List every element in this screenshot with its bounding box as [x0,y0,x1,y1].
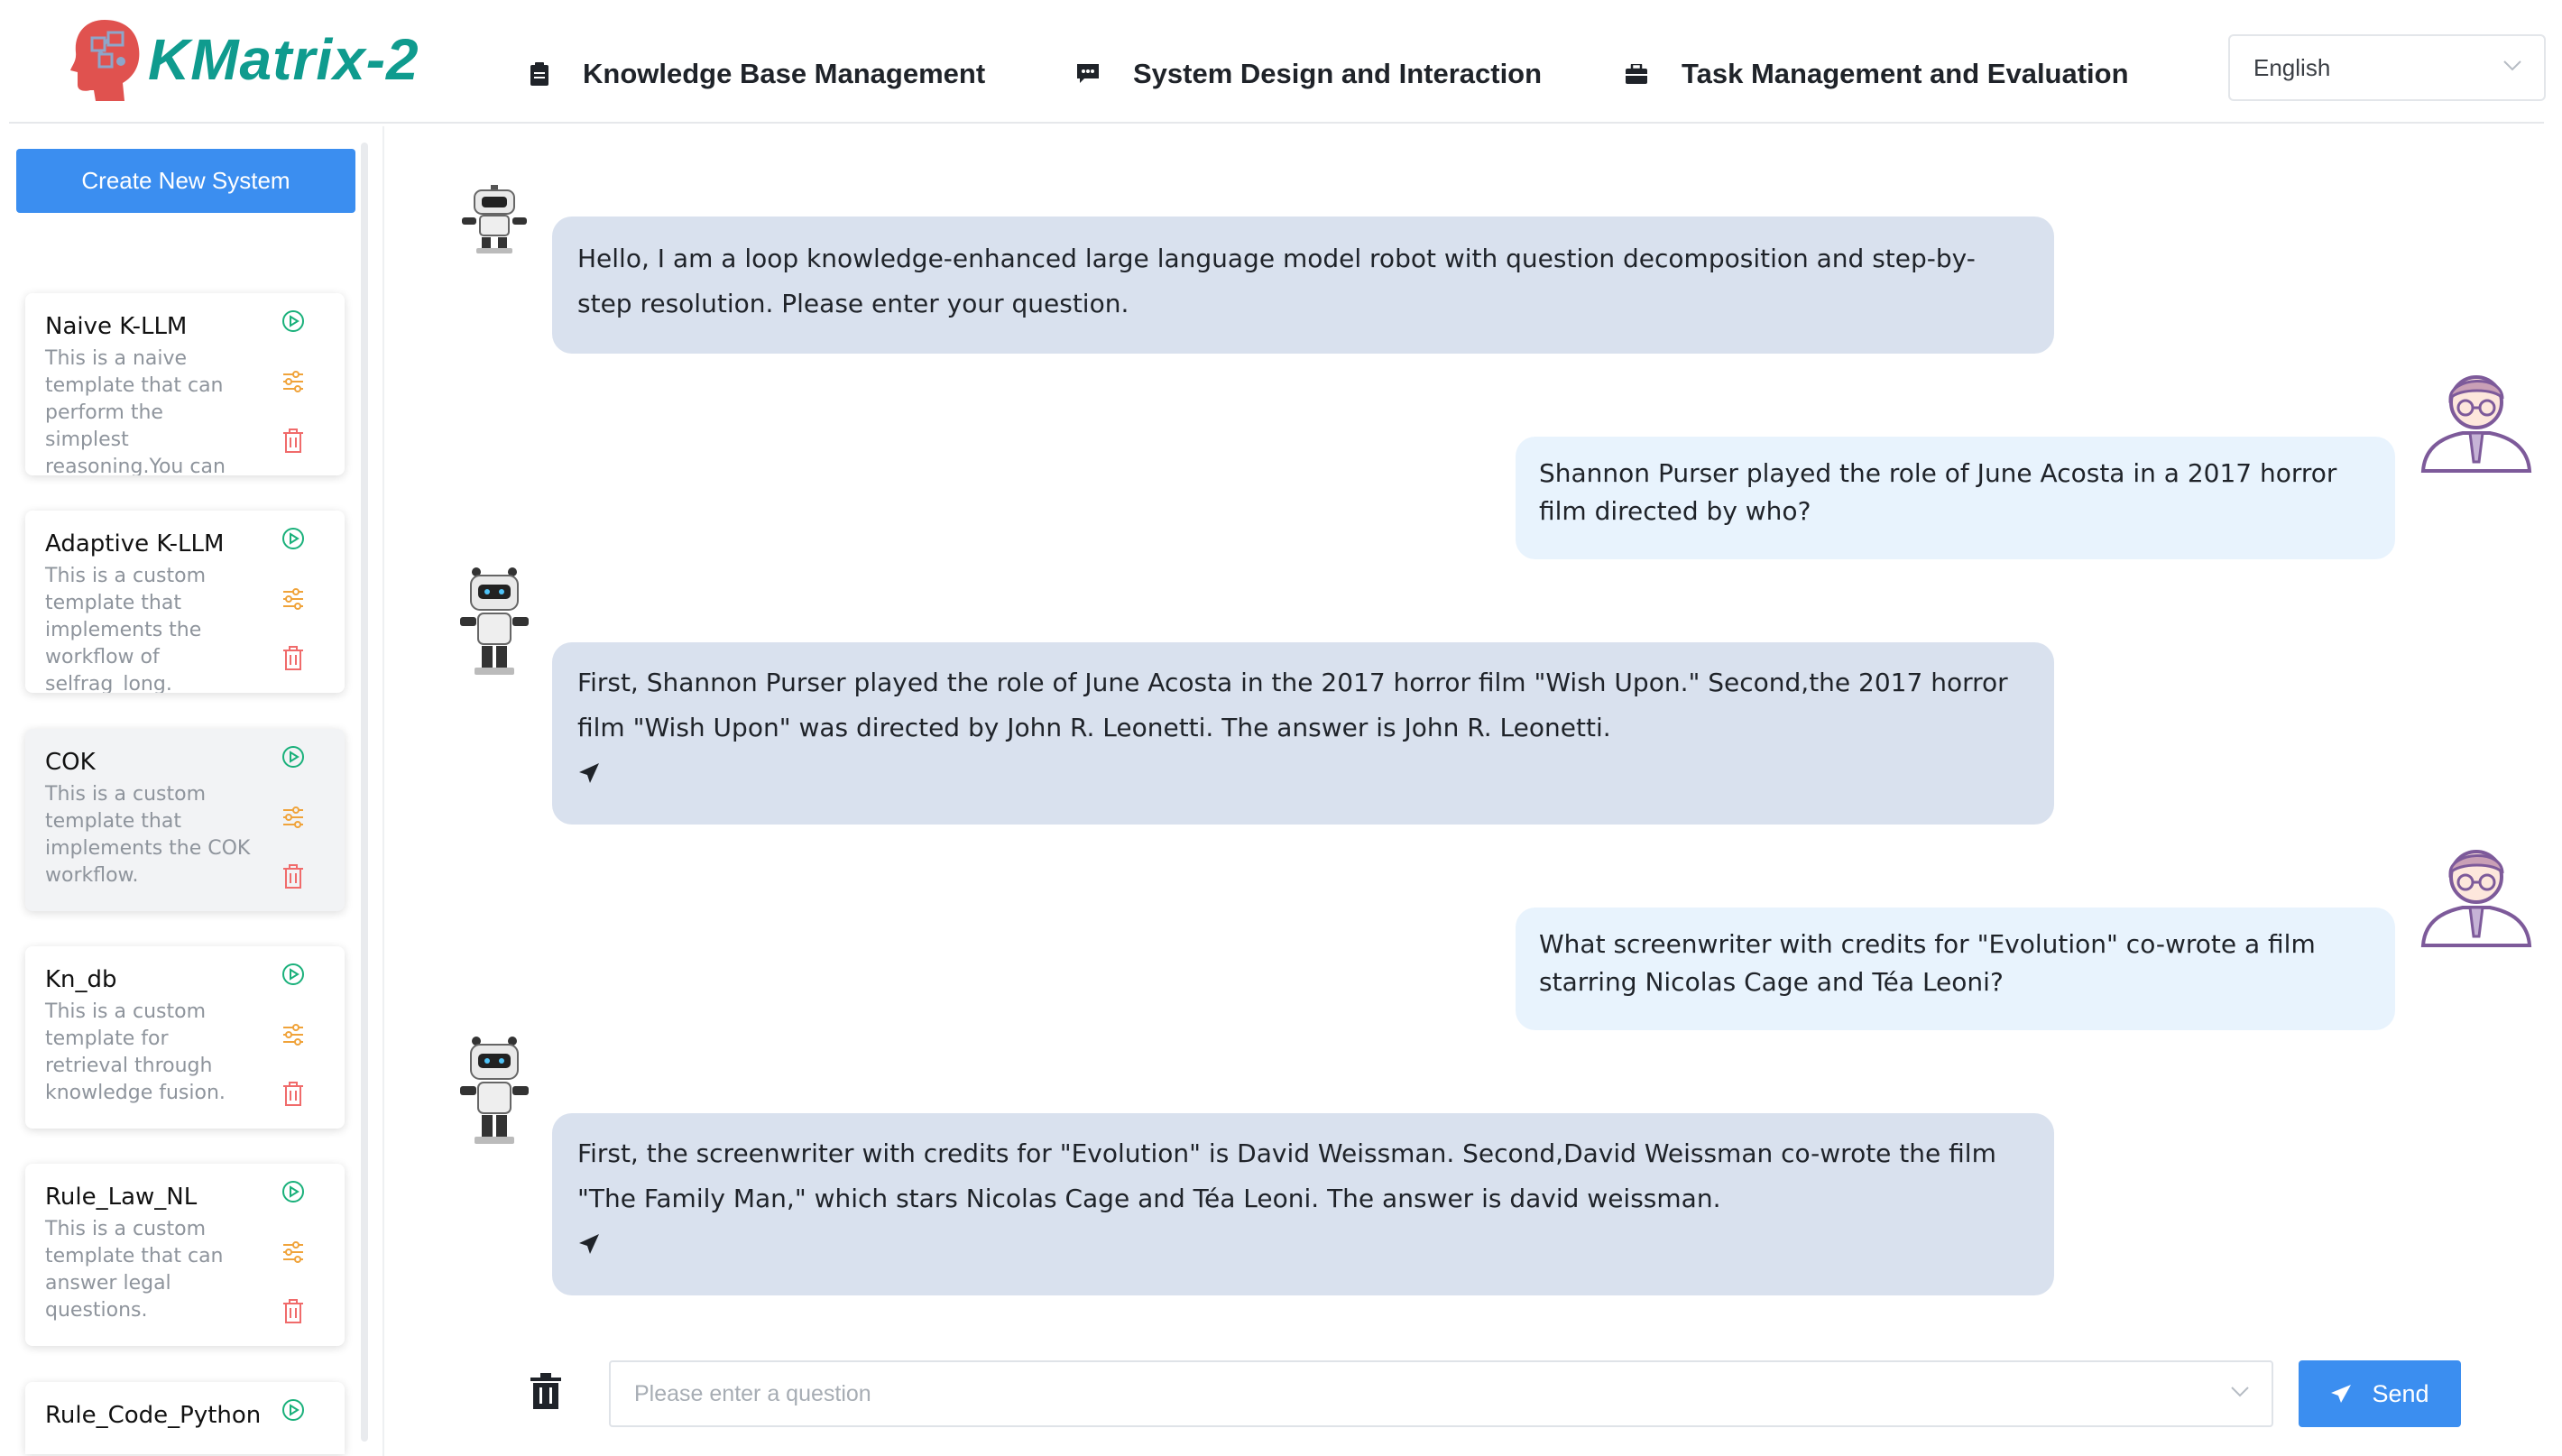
sidebar-divider [382,126,384,1456]
question-input-placeholder: Please enter a question [634,1380,871,1406]
clipboard-icon [530,62,548,86]
sent-plane-icon[interactable] [577,1225,601,1261]
sent-plane-icon[interactable] [577,754,601,790]
play-circle-icon[interactable] [281,963,305,986]
system-card-cok[interactable]: COK This is a custom template that imple… [25,729,345,911]
system-card-desc: This is a custom template for retrieval … [45,1000,226,1104]
system-card-desc: This is a naive template that can perfor… [45,347,226,475]
system-card-rule-law-nl[interactable]: Rule_Law_NL This is a custom template th… [25,1164,345,1346]
system-card-title: Rule_Law_NL [45,1184,198,1211]
settings-sliders-icon[interactable] [281,588,305,610]
system-card-title: Kn_db [45,966,117,993]
bot-message-bubble: First, Shannon Purser played the role of… [552,642,2054,825]
system-card-title: Naive K-LLM [45,313,188,340]
play-circle-icon[interactable] [281,527,305,550]
settings-sliders-icon[interactable] [281,1241,305,1263]
play-circle-icon[interactable] [281,1180,305,1203]
nav-system-design[interactable]: System Design and Interaction [1077,54,1542,94]
robot-avatar-icon [460,567,529,675]
create-new-system-button[interactable]: Create New System [16,149,355,213]
chat-bubble-icon [1077,64,1099,83]
play-circle-icon[interactable] [281,1398,305,1422]
message-text: First, the screenwriter with credits for… [577,1138,1996,1213]
message-text: What screenwriter with credits for "Evol… [1539,929,2316,997]
delete-trash-icon[interactable] [281,646,305,671]
nav-label: System Design and Interaction [1133,58,1543,89]
user-avatar-icon [2420,375,2532,473]
settings-sliders-icon[interactable] [281,806,305,828]
system-card-desc: This is a custom template that implement… [45,783,251,887]
message-text: Shannon Purser played the role of June A… [1539,458,2337,526]
delete-trash-icon[interactable] [281,429,305,454]
user-message-bubble: Shannon Purser played the role of June A… [1516,437,2395,559]
send-plane-icon [2331,1385,2352,1403]
app-logo[interactable]: KMatrix-2 [69,14,419,105]
system-card-kn-db[interactable]: Kn_db This is a custom template for retr… [25,946,345,1129]
play-circle-icon[interactable] [281,745,305,769]
delete-trash-icon[interactable] [281,1299,305,1324]
clear-chat-trash-icon[interactable] [530,1373,561,1409]
send-button[interactable]: Send [2299,1360,2461,1427]
app-logo-text: KMatrix-2 [148,27,419,92]
chevron-down-icon[interactable] [2230,1386,2250,1398]
delete-trash-icon[interactable] [281,864,305,889]
message-text: First, Shannon Purser played the role of… [577,668,2008,742]
system-card-naive-k-llm[interactable]: Naive K-LLM This is a naive template tha… [25,293,345,475]
nav-label: Task Management and Evaluation [1682,58,2129,89]
user-message-bubble: What screenwriter with credits for "Evol… [1516,908,2395,1030]
question-input[interactable]: Please enter a question [609,1360,2273,1427]
delete-trash-icon[interactable] [281,1082,305,1107]
briefcase-icon [1626,64,1647,84]
system-card-title: COK [45,749,96,776]
message-text: Hello, I am a loop knowledge-enhanced la… [577,244,1976,318]
system-card-title: Adaptive K-LLM [45,530,225,558]
robot-avatar-icon [462,185,527,253]
header-divider [9,122,2544,124]
bot-message-bubble: First, the screenwriter with credits for… [552,1113,2054,1295]
system-card-rule-code-python[interactable]: Rule_Code_Python [25,1382,345,1454]
system-card-desc: This is a custom template that implement… [45,565,207,693]
play-circle-icon[interactable] [281,309,305,333]
send-button-label: Send [2372,1379,2429,1407]
top-navbar: KMatrix-2 Knowledge Base Management Syst… [0,0,2562,124]
chevron-down-icon [2503,60,2521,71]
settings-sliders-icon[interactable] [281,1024,305,1046]
robot-avatar-icon [460,1037,529,1144]
settings-sliders-icon[interactable] [281,371,305,392]
nav-task-management[interactable]: Task Management and Evaluation [1626,54,2129,94]
nav-label: Knowledge Base Management [583,58,986,89]
language-select[interactable]: English [2228,34,2546,101]
language-value: English [2253,53,2331,81]
nav-knowledge-base[interactable]: Knowledge Base Management [530,54,985,94]
sidebar-scrollbar[interactable] [361,143,368,1442]
user-avatar-icon [2420,850,2532,947]
bot-message-bubble: Hello, I am a loop knowledge-enhanced la… [552,217,2054,354]
system-card-desc: This is a custom template that can answe… [45,1218,224,1322]
brain-head-logo-icon [70,20,140,101]
system-card-title: Rule_Code_Python [45,1402,262,1429]
system-card-adaptive-k-llm[interactable]: Adaptive K-LLM This is a custom template… [25,511,345,693]
